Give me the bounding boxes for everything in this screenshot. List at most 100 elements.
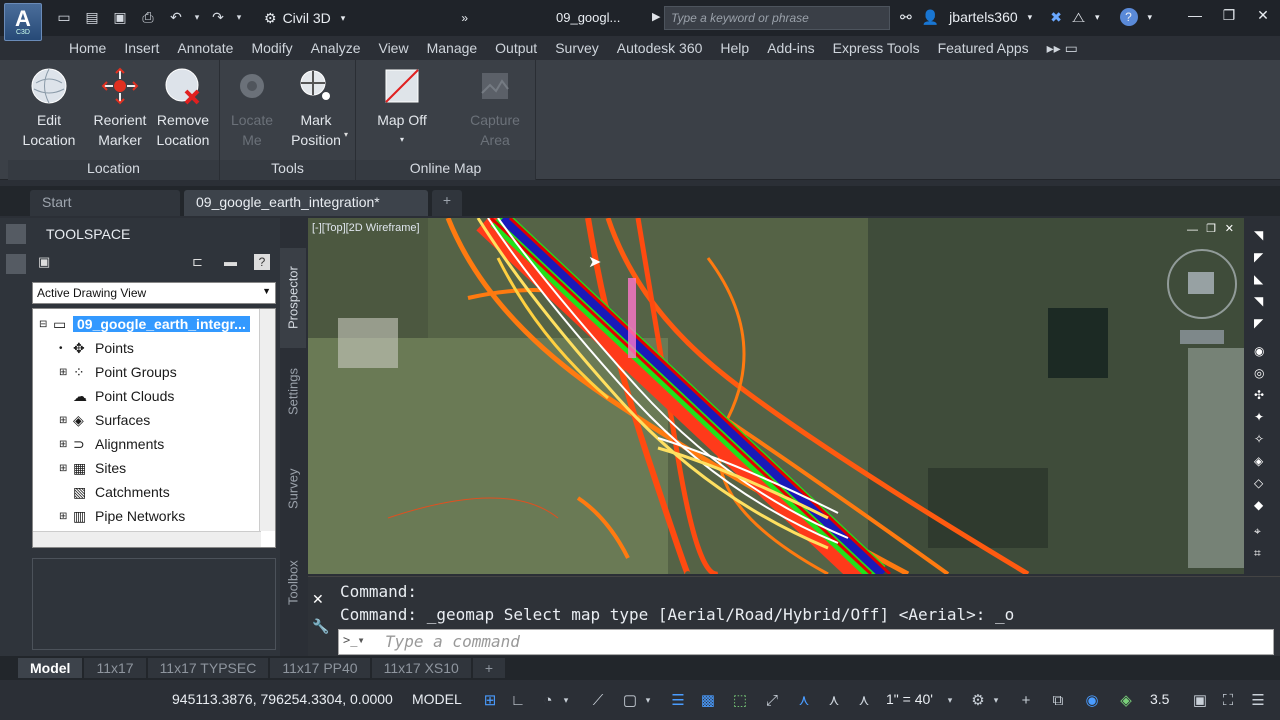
new-tab-button[interactable]: +: [432, 190, 462, 216]
3d-osnap-icon[interactable]: ⤢: [760, 688, 784, 712]
tab-layout[interactable]: 11x17: [84, 658, 146, 678]
mark-position-button[interactable]: Mark Position: [282, 66, 350, 150]
horizontal-scrollbar[interactable]: [33, 531, 261, 547]
remove-location-button[interactable]: Remove Location: [150, 66, 216, 150]
chevron-down-icon[interactable]: ▾: [1095, 12, 1100, 23]
tab-home[interactable]: Home: [60, 40, 115, 56]
tool-icon[interactable]: ◤: [1254, 316, 1263, 330]
tree-item-point-clouds[interactable]: ☁ Point Clouds: [59, 385, 174, 407]
tab-help[interactable]: Help: [711, 40, 758, 56]
edit-location-button[interactable]: Edit Location: [14, 66, 84, 150]
expand-icon[interactable]: ⊞: [59, 439, 73, 450]
command-input[interactable]: >_▾ Type a command: [338, 629, 1274, 655]
tool-icon[interactable]: ◥: [1254, 228, 1263, 242]
tree-item-pipe-networks[interactable]: ⊞ ▥ Pipe Networks: [59, 505, 185, 527]
application-menu-button[interactable]: A C3D: [4, 3, 42, 41]
clean-screen-icon[interactable]: ▣: [1188, 688, 1212, 712]
save-icon[interactable]: ▣: [108, 6, 132, 28]
gear-icon[interactable]: ⚙: [966, 688, 990, 712]
reorient-marker-button[interactable]: Reorient Marker: [84, 66, 156, 150]
auto-scale-icon[interactable]: ⋏: [822, 688, 846, 712]
add-layout-button[interactable]: +: [472, 658, 506, 678]
tool-icon[interactable]: ✦: [1254, 410, 1264, 424]
toolspace-help-icon[interactable]: ?: [254, 254, 270, 270]
tool-icon[interactable]: ◎: [1254, 366, 1264, 380]
expand-icon[interactable]: ⊞: [59, 463, 73, 474]
tab-annotate[interactable]: Annotate: [168, 40, 242, 56]
grid-snap-icon[interactable]: ⊞: [478, 688, 502, 712]
chevron-down-icon[interactable]: ▾: [990, 688, 1002, 712]
close-icon[interactable]: ✕: [1246, 0, 1280, 30]
panel-online-map-title[interactable]: Online Map: [356, 160, 535, 180]
map-off-button[interactable]: Map Off ▾: [362, 66, 442, 150]
hardware-accel-icon[interactable]: ⧉: [1046, 688, 1070, 712]
tool-icon[interactable]: ◤: [1254, 250, 1263, 264]
palette-options-icon[interactable]: [6, 254, 26, 274]
tab-view[interactable]: View: [369, 40, 417, 56]
ortho-icon[interactable]: ∟: [506, 688, 530, 712]
tool-icon[interactable]: ⌖: [1254, 524, 1261, 539]
toolspace-tree-icon[interactable]: ⊏: [192, 254, 203, 270]
tree-item-points[interactable]: • ✥ Points: [59, 337, 134, 359]
tool-icon[interactable]: ◉: [1254, 344, 1264, 358]
viewport-restore-icon[interactable]: ❐: [1206, 222, 1216, 235]
tree-item-surfaces[interactable]: ⊞ ◈ Surfaces: [59, 409, 150, 431]
tab-modify[interactable]: Modify: [242, 40, 301, 56]
toolspace-view-icon[interactable]: ▬: [224, 254, 237, 269]
search-input[interactable]: Type a keyword or phrase: [664, 6, 890, 30]
workspace-switch-icon[interactable]: ◈: [1114, 688, 1138, 712]
viewport-controls-label[interactable]: [-][Top][2D Wireframe]: [312, 222, 420, 234]
user-icon[interactable]: 👤: [922, 9, 939, 26]
undo-icon[interactable]: ↶: [164, 6, 188, 28]
tree-item-catchments[interactable]: ▧ Catchments: [59, 481, 170, 503]
exchange-icon[interactable]: ✖: [1050, 9, 1062, 26]
annotation-scale[interactable]: 1" = 40': [886, 691, 933, 707]
tool-icon[interactable]: ◥: [1254, 294, 1263, 308]
tab-drawing[interactable]: 09_google_earth_integration*: [184, 190, 428, 216]
tab-analyze[interactable]: Analyze: [302, 40, 370, 56]
drawing-viewport[interactable]: [-][Top][2D Wireframe] — ❐ ✕ ➤: [308, 218, 1244, 574]
panel-location-title[interactable]: Location: [8, 160, 219, 180]
wrench-icon[interactable]: 🔧: [312, 618, 334, 635]
tab-manage[interactable]: Manage: [418, 40, 487, 56]
tab-model[interactable]: Model: [18, 658, 83, 678]
object-snap-icon[interactable]: ▢: [618, 688, 642, 712]
tab-layout[interactable]: 11x17 PP40: [270, 658, 370, 678]
plus-icon[interactable]: +: [1014, 688, 1038, 712]
tab-output[interactable]: Output: [486, 40, 546, 56]
isodraft-icon[interactable]: ⟋: [586, 688, 610, 712]
close-icon[interactable]: ✕: [312, 591, 334, 608]
binoculars-icon[interactable]: ⚯: [900, 9, 912, 26]
expand-arrow-icon[interactable]: ▶: [652, 10, 660, 23]
panel-tools-title[interactable]: Tools: [220, 160, 355, 180]
chevron-down-icon[interactable]: ▾: [642, 688, 654, 712]
command-prompt-icon[interactable]: >_▾: [343, 633, 365, 647]
help-icon[interactable]: ?: [1119, 8, 1138, 26]
tab-featured-apps[interactable]: Featured Apps: [929, 40, 1038, 56]
selection-cycling-icon[interactable]: ⬚: [728, 688, 752, 712]
tab-addins[interactable]: Add-ins: [758, 40, 823, 56]
tab-settings[interactable]: Settings: [280, 352, 306, 432]
view-combo[interactable]: Active Drawing View ▼: [32, 282, 276, 304]
tab-insert[interactable]: Insert: [115, 40, 168, 56]
user-name[interactable]: jbartels360: [949, 9, 1018, 25]
transparency-icon[interactable]: ▩: [696, 688, 720, 712]
tab-survey[interactable]: Survey: [546, 40, 608, 56]
isolate-objects-icon[interactable]: ◉: [1080, 688, 1104, 712]
more-tabs-icon[interactable]: ▸▸ ▭: [1038, 40, 1087, 57]
customize-icon[interactable]: ☰: [1246, 688, 1270, 712]
viewport-close-icon[interactable]: ✕: [1225, 222, 1234, 235]
chevron-down-icon[interactable]: ▾: [344, 130, 348, 139]
a360-icon[interactable]: ⧍: [1072, 9, 1085, 26]
annotation-visibility-icon[interactable]: ⋏: [792, 688, 816, 712]
chevron-down-icon[interactable]: ▾: [944, 688, 956, 712]
tool-icon[interactable]: ◇: [1254, 476, 1263, 490]
viewport-minimize-icon[interactable]: —: [1187, 224, 1198, 236]
vertical-scrollbar[interactable]: [259, 309, 275, 531]
chevron-down-icon[interactable]: ▾: [1028, 12, 1033, 23]
tab-layout[interactable]: 11x17 TYPSEC: [147, 658, 269, 678]
tab-start[interactable]: Start: [30, 190, 180, 216]
tree-root-item[interactable]: ⊟ ▭ 09_google_earth_integr...: [39, 313, 250, 335]
expand-icon[interactable]: ⊞: [59, 511, 73, 522]
lineweight-icon[interactable]: ☰: [666, 688, 690, 712]
